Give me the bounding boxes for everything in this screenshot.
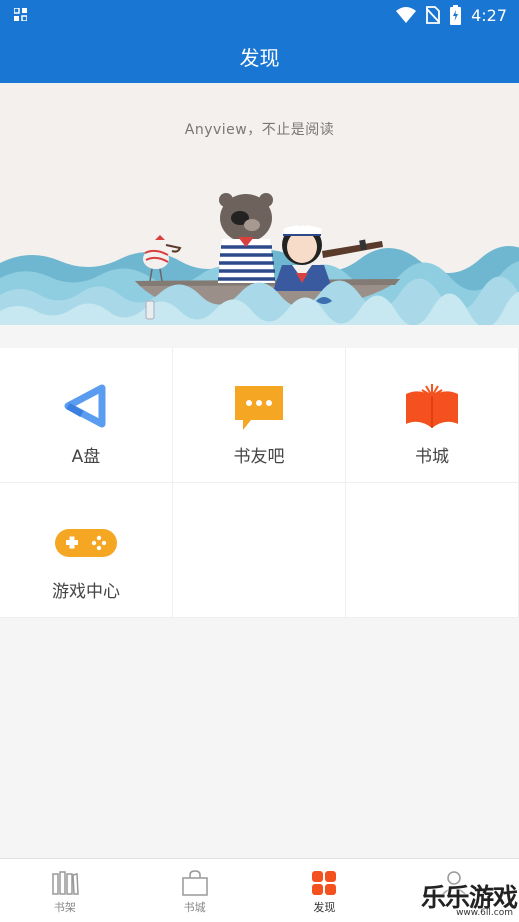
nav-item-discover[interactable]: 发现 bbox=[260, 859, 390, 922]
shopping-bag-icon bbox=[181, 870, 208, 896]
status-time: 4:27 bbox=[471, 5, 507, 25]
chat-bubble-icon bbox=[235, 386, 283, 430]
grid-item-a-disk[interactable]: A盘 bbox=[0, 348, 173, 483]
battery-charging-icon bbox=[450, 5, 462, 25]
grid-item-bookstore[interactable]: 书城 bbox=[346, 348, 519, 483]
grid-item-label: 游戏中心 bbox=[52, 582, 120, 602]
nav-label: 书架 bbox=[53, 901, 76, 914]
nav-item-bookshelf[interactable]: 书架 bbox=[0, 859, 130, 922]
grid-item-book-friends[interactable]: 书友吧 bbox=[173, 348, 346, 483]
nav-label: 书城 bbox=[183, 901, 206, 914]
wifi-icon bbox=[396, 7, 417, 23]
nav-label: 发现 bbox=[313, 901, 336, 914]
grid-item-label: A盘 bbox=[71, 447, 101, 467]
app-bar: 发现 bbox=[0, 29, 519, 83]
grid-item-label: 书城 bbox=[415, 447, 449, 467]
app-grid-icon bbox=[14, 8, 27, 21]
promo-banner[interactable]: Anyview，不止是阅读 bbox=[0, 83, 519, 325]
feature-grid: A盘 书友吧 书城 游戏中心 bbox=[0, 348, 519, 618]
bookshelf-icon bbox=[52, 871, 79, 895]
nav-item-bookstore[interactable]: 书城 bbox=[130, 859, 260, 922]
no-sim-icon bbox=[426, 6, 441, 24]
open-book-icon bbox=[406, 384, 458, 428]
grid-empty-cell bbox=[346, 483, 519, 618]
grid-empty-cell bbox=[173, 483, 346, 618]
status-bar: 4:27 bbox=[0, 0, 519, 29]
grid-item-label: 书友吧 bbox=[233, 447, 285, 467]
grid-item-game-center[interactable]: 游戏中心 bbox=[0, 483, 173, 618]
a-disk-icon bbox=[64, 384, 106, 428]
banner-illustration bbox=[0, 193, 519, 325]
site-watermark: 乐乐游戏 www.6ll.com bbox=[399, 878, 518, 918]
watermark-url: www.6ll.com bbox=[456, 908, 513, 918]
discover-grid-icon bbox=[312, 871, 337, 895]
page-title: 发现 bbox=[239, 45, 280, 70]
gamepad-icon bbox=[55, 529, 117, 557]
